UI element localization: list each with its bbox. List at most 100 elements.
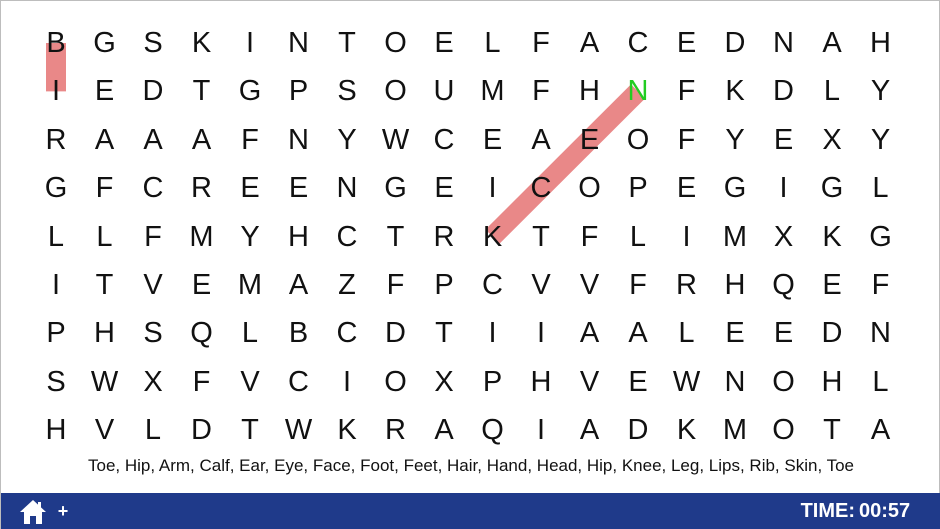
letter-cell[interactable]: D [133,71,173,111]
letter-cell[interactable]: O [764,362,804,402]
letter-cell[interactable]: A [861,410,901,450]
letter-cell[interactable]: Z [327,265,367,305]
letter-cell[interactable]: K [812,217,852,257]
letter-cell[interactable]: E [424,168,464,208]
letter-cell[interactable]: U [424,71,464,111]
letter-cell[interactable]: I [327,362,367,402]
letter-cell[interactable]: T [230,410,270,450]
letter-cell[interactable]: T [424,313,464,353]
letter-cell[interactable]: A [570,313,610,353]
letter-cell[interactable]: K [473,217,513,257]
letter-cell[interactable]: K [182,23,222,63]
letter-cell[interactable]: S [36,362,76,402]
letter-cell[interactable]: I [230,23,270,63]
letter-cell[interactable]: A [133,120,173,160]
letter-cell[interactable]: A [521,120,561,160]
letter-cell[interactable]: I [521,410,561,450]
letter-cell[interactable]: O [376,71,416,111]
letter-cell[interactable]: Y [715,120,755,160]
letter-cell[interactable]: N [279,120,319,160]
letter-cell[interactable]: B [36,23,76,63]
letter-cell[interactable]: O [570,168,610,208]
letter-cell[interactable]: V [133,265,173,305]
letter-cell[interactable]: R [424,217,464,257]
letter-cell[interactable]: R [36,120,76,160]
letter-cell[interactable]: H [36,410,76,450]
letter-cell[interactable]: L [473,23,513,63]
letter-cell[interactable]: I [473,168,513,208]
letter-cell[interactable]: I [667,217,707,257]
letter-cell[interactable]: E [812,265,852,305]
home-button[interactable] [19,499,47,525]
letter-cell[interactable]: F [521,23,561,63]
letter-cell[interactable]: T [812,410,852,450]
letter-cell[interactable]: C [133,168,173,208]
letter-cell[interactable]: T [182,71,222,111]
letter-cell[interactable]: N [764,23,804,63]
letter-cell[interactable]: D [182,410,222,450]
letter-cell[interactable]: V [570,362,610,402]
letter-cell[interactable]: X [133,362,173,402]
letter-cell[interactable]: N [715,362,755,402]
letter-cell[interactable]: E [279,168,319,208]
letter-cell[interactable]: E [715,313,755,353]
letter-cell[interactable]: L [861,362,901,402]
letter-cell[interactable]: T [376,217,416,257]
letter-cell[interactable]: A [570,410,610,450]
letter-cell[interactable]: O [376,23,416,63]
letter-cell[interactable]: F [667,120,707,160]
add-button[interactable]: + [55,499,71,523]
letter-cell[interactable]: I [473,313,513,353]
letter-cell[interactable]: H [715,265,755,305]
letter-cell[interactable]: F [182,362,222,402]
letter-cell[interactable]: F [133,217,173,257]
letter-cell[interactable]: G [230,71,270,111]
letter-cell[interactable]: P [424,265,464,305]
letter-cell[interactable]: H [861,23,901,63]
letter-cell[interactable]: V [85,410,125,450]
letter-cell[interactable]: E [182,265,222,305]
letter-cell[interactable]: G [376,168,416,208]
letter-cell[interactable]: E [764,120,804,160]
letter-cell[interactable]: L [812,71,852,111]
letter-cell[interactable]: A [812,23,852,63]
letter-cell[interactable]: C [327,313,367,353]
letter-cell[interactable]: E [667,168,707,208]
letter-cell[interactable]: F [376,265,416,305]
letter-cell[interactable]: Y [861,71,901,111]
letter-cell[interactable]: H [85,313,125,353]
letter-cell[interactable]: E [230,168,270,208]
letter-cell[interactable]: M [715,410,755,450]
letter-cell[interactable]: G [861,217,901,257]
letter-cell[interactable]: R [667,265,707,305]
letter-cell[interactable]: A [182,120,222,160]
letter-cell[interactable]: M [182,217,222,257]
letter-cell[interactable]: F [230,120,270,160]
letter-cell[interactable]: K [715,71,755,111]
letter-cell[interactable]: H [279,217,319,257]
letter-cell[interactable]: A [424,410,464,450]
letter-cell[interactable]: L [36,217,76,257]
letter-cell[interactable]: N [861,313,901,353]
letter-cell[interactable]: Y [327,120,367,160]
letter-cell[interactable]: F [861,265,901,305]
letter-cell[interactable]: L [667,313,707,353]
letter-cell[interactable]: T [85,265,125,305]
letter-cell[interactable]: E [764,313,804,353]
letter-cell[interactable]: R [376,410,416,450]
letter-cell[interactable]: V [570,265,610,305]
letter-cell[interactable]: S [133,313,173,353]
letter-cell[interactable]: I [764,168,804,208]
letter-cell[interactable]: G [36,168,76,208]
letter-cell[interactable]: G [715,168,755,208]
letter-cell[interactable]: C [521,168,561,208]
letter-cell[interactable]: S [133,23,173,63]
letter-cell[interactable]: P [279,71,319,111]
letter-cell[interactable]: V [521,265,561,305]
letter-cell[interactable]: Y [861,120,901,160]
letter-cell[interactable]: F [667,71,707,111]
letter-cell[interactable]: T [521,217,561,257]
letter-cell[interactable]: I [36,265,76,305]
letter-cell[interactable]: M [473,71,513,111]
letter-cell[interactable]: A [85,120,125,160]
